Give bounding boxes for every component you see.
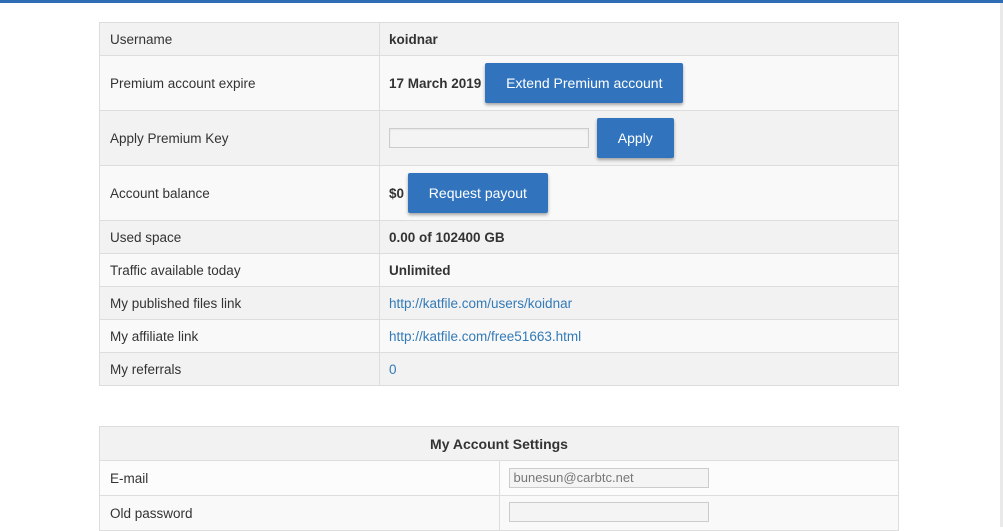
affiliate-label: My affiliate link [99, 319, 380, 353]
premium-key-input[interactable] [389, 128, 589, 148]
traffic-value: Unlimited [379, 253, 899, 287]
referrals-label: My referrals [99, 352, 380, 386]
published-files-cell: http://katfile.com/users/koidnar [379, 286, 899, 320]
apply-button[interactable]: Apply [596, 118, 674, 158]
old-password-cell [498, 495, 899, 531]
email-label: E-mail [99, 460, 500, 496]
used-space-value: 0.00 of 102400 GB [379, 220, 899, 254]
premium-expire-label: Premium account expire [99, 55, 380, 111]
table-row-premium: Premium account expire 17 March 2019 Ext… [99, 55, 899, 111]
published-files-link[interactable]: http://katfile.com/users/koidnar [389, 296, 572, 311]
traffic-label: Traffic available today [99, 253, 380, 287]
table-row-username: Username koidnar [99, 22, 899, 56]
referrals-cell: 0 [379, 352, 899, 386]
username-value: koidnar [379, 22, 899, 56]
affiliate-cell: http://katfile.com/free51663.html [379, 319, 899, 353]
table-row-email: E-mail bunesun@carbtc.net [99, 460, 899, 496]
email-field[interactable]: bunesun@carbtc.net [508, 468, 709, 488]
affiliate-link[interactable]: http://katfile.com/free51663.html [389, 329, 581, 344]
referrals-link[interactable]: 0 [389, 362, 397, 377]
account-balance-label: Account balance [99, 165, 380, 221]
table-row-premium-key: Apply Premium Key Apply [99, 110, 899, 166]
table-row-published-link: My published files link http://katfile.c… [99, 286, 899, 320]
extend-premium-button[interactable]: Extend Premium account [485, 63, 684, 103]
table-row-referrals: My referrals 0 [99, 352, 899, 386]
settings-header-row: My Account Settings [99, 426, 899, 461]
table-row-old-password: Old password [99, 495, 899, 531]
table-row-balance: Account balance $0 Request payout [99, 165, 899, 221]
account-balance-cell: $0 Request payout [379, 165, 899, 221]
premium-expire-cell: 17 March 2019 Extend Premium account [379, 55, 899, 111]
apply-premium-key-cell: Apply [379, 110, 899, 166]
email-cell: bunesun@carbtc.net [498, 460, 899, 496]
table-row-traffic: Traffic available today Unlimited [99, 253, 899, 287]
username-label: Username [99, 22, 380, 56]
old-password-label: Old password [99, 495, 500, 531]
top-accent-strip [0, 0, 1003, 3]
old-password-field[interactable] [508, 501, 709, 522]
used-space-label: Used space [99, 220, 380, 254]
table-row-affiliate-link: My affiliate link http://katfile.com/fre… [99, 319, 899, 353]
apply-premium-key-label: Apply Premium Key [99, 110, 380, 166]
account-info-table: Username koidnar Premium account expire … [99, 22, 899, 386]
published-files-label: My published files link [99, 286, 380, 320]
request-payout-button[interactable]: Request payout [407, 173, 548, 213]
table-row-used-space: Used space 0.00 of 102400 GB [99, 220, 899, 254]
account-settings-table: My Account Settings E-mail bunesun@carbt… [99, 426, 899, 531]
settings-title: My Account Settings [99, 426, 899, 461]
premium-expire-date: 17 March 2019 [389, 75, 482, 91]
account-balance-value: $0 [389, 185, 405, 201]
